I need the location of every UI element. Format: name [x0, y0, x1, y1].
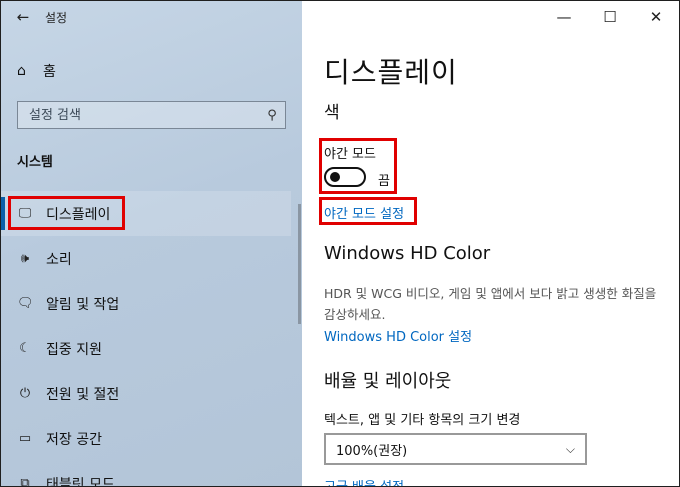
hd-color-description: HDR 및 WCG 비디오, 게임 및 앱에서 보다 밝고 생생한 화질을 감상… [324, 286, 657, 322]
sidebar-item-label: 저장 공간 [46, 431, 102, 448]
sidebar-item-label: 태블릿 모드 [46, 476, 115, 487]
sidebar: ← 설정 ⌂ 홈 ⚲ 시스템 🖵 디스플레이 🕪 소리 🗨 알림 및 작업 [1, 1, 302, 486]
moon-icon: ☾ [19, 341, 31, 356]
sidebar-item-label: 집중 지원 [46, 341, 102, 358]
back-arrow-icon[interactable]: ← [1, 1, 45, 33]
notification-icon: 🗨 [17, 296, 34, 311]
power-icon: ⏻ [19, 386, 31, 401]
home-label: 홈 [43, 64, 56, 80]
section-title: 시스템 [17, 155, 53, 170]
sidebar-nav: 🖵 디스플레이 🕪 소리 🗨 알림 및 작업 ☾ 집중 지원 ⏻ 전원 및 절전… [1, 191, 291, 487]
sidebar-item-label: 소리 [46, 251, 72, 268]
home-nav-item[interactable]: ⌂ 홈 [17, 61, 56, 81]
sidebar-item-focus-assist[interactable]: ☾ 집중 지원 [1, 326, 291, 371]
tablet-icon: ⧉ [20, 476, 30, 487]
scale-label: 텍스트, 앱 및 기타 항목의 크기 변경 [324, 413, 521, 428]
page-title: 디스플레이 [324, 56, 458, 89]
home-icon: ⌂ [17, 63, 26, 79]
hd-color-settings-link[interactable]: Windows HD Color 설정 [324, 326, 472, 345]
hd-color-title: Windows HD Color [324, 243, 491, 264]
maximize-icon[interactable]: ☐ [587, 1, 633, 33]
scale-dropdown[interactable]: 100%(권장) ⌵ [324, 433, 587, 465]
window-controls: — ☐ ✕ [541, 1, 679, 33]
sidebar-item-tablet-mode[interactable]: ⧉ 태블릿 모드 [1, 461, 291, 487]
sidebar-item-power-sleep[interactable]: ⏻ 전원 및 절전 [1, 371, 291, 416]
search-input[interactable] [18, 106, 259, 124]
minimize-icon[interactable]: — [541, 1, 587, 33]
highlight-box-display [8, 196, 125, 230]
speaker-icon: 🕪 [20, 251, 30, 266]
highlight-box-night-light [319, 138, 397, 194]
sidebar-item-storage[interactable]: ▭ 저장 공간 [1, 416, 291, 461]
scale-layout-title: 배율 및 레이아웃 [324, 371, 452, 392]
main-content: — ☐ ✕ 디스플레이 색 야간 모드 끔 야간 모드 설정 Windows H… [302, 1, 679, 486]
sidebar-item-sound[interactable]: 🕪 소리 [1, 236, 291, 281]
close-icon[interactable]: ✕ [633, 1, 679, 33]
advanced-scaling-link[interactable]: 고급 배율 설정 [324, 476, 404, 486]
sidebar-scrollbar[interactable] [298, 204, 301, 324]
color-section-title: 색 [324, 103, 340, 123]
app-title: 설정 [45, 10, 68, 25]
storage-icon: ▭ [18, 431, 32, 446]
highlight-box-night-light-settings [319, 197, 417, 225]
title-bar: ← 설정 [1, 1, 302, 33]
scale-value: 100%(권장) [336, 443, 408, 459]
sidebar-item-label: 전원 및 절전 [46, 386, 120, 403]
search-icon[interactable]: ⚲ [259, 108, 285, 123]
search-box[interactable]: ⚲ [17, 101, 286, 129]
sidebar-item-notifications[interactable]: 🗨 알림 및 작업 [1, 281, 291, 326]
sidebar-item-label: 알림 및 작업 [46, 296, 120, 313]
chevron-down-icon: ⌵ [565, 441, 575, 456]
settings-window: ← 설정 ⌂ 홈 ⚲ 시스템 🖵 디스플레이 🕪 소리 🗨 알림 및 작업 [0, 0, 680, 487]
